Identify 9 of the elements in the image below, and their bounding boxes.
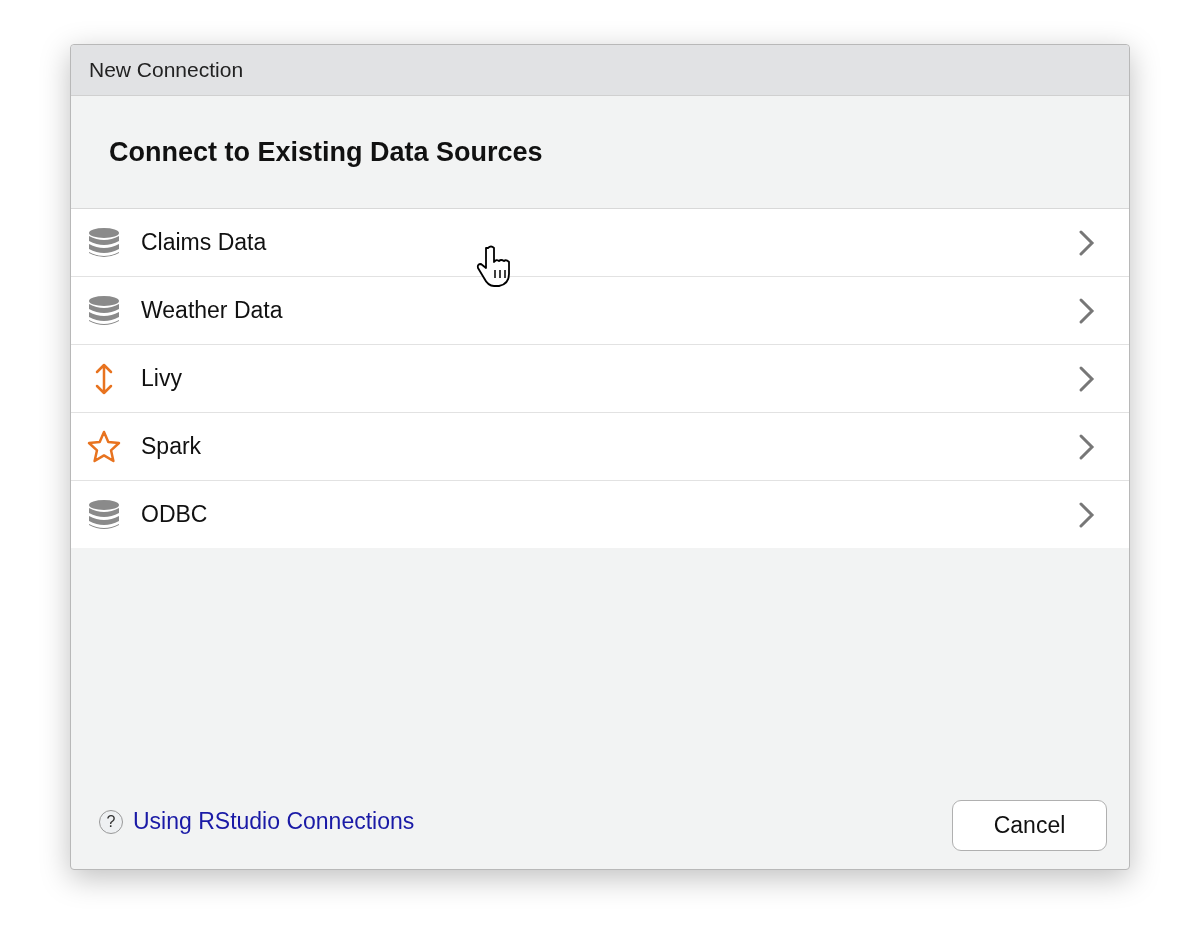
database-icon bbox=[87, 497, 121, 532]
database-icon bbox=[87, 225, 121, 260]
help-link[interactable]: Using RStudio Connections bbox=[133, 808, 415, 835]
window-title: New Connection bbox=[89, 58, 244, 82]
cancel-button[interactable]: Cancel bbox=[952, 800, 1107, 851]
help-icon[interactable]: ? bbox=[99, 809, 123, 834]
star-icon bbox=[87, 429, 121, 464]
database-icon bbox=[87, 293, 121, 328]
dialog-heading: Connect to Existing Data Sources bbox=[109, 136, 543, 168]
